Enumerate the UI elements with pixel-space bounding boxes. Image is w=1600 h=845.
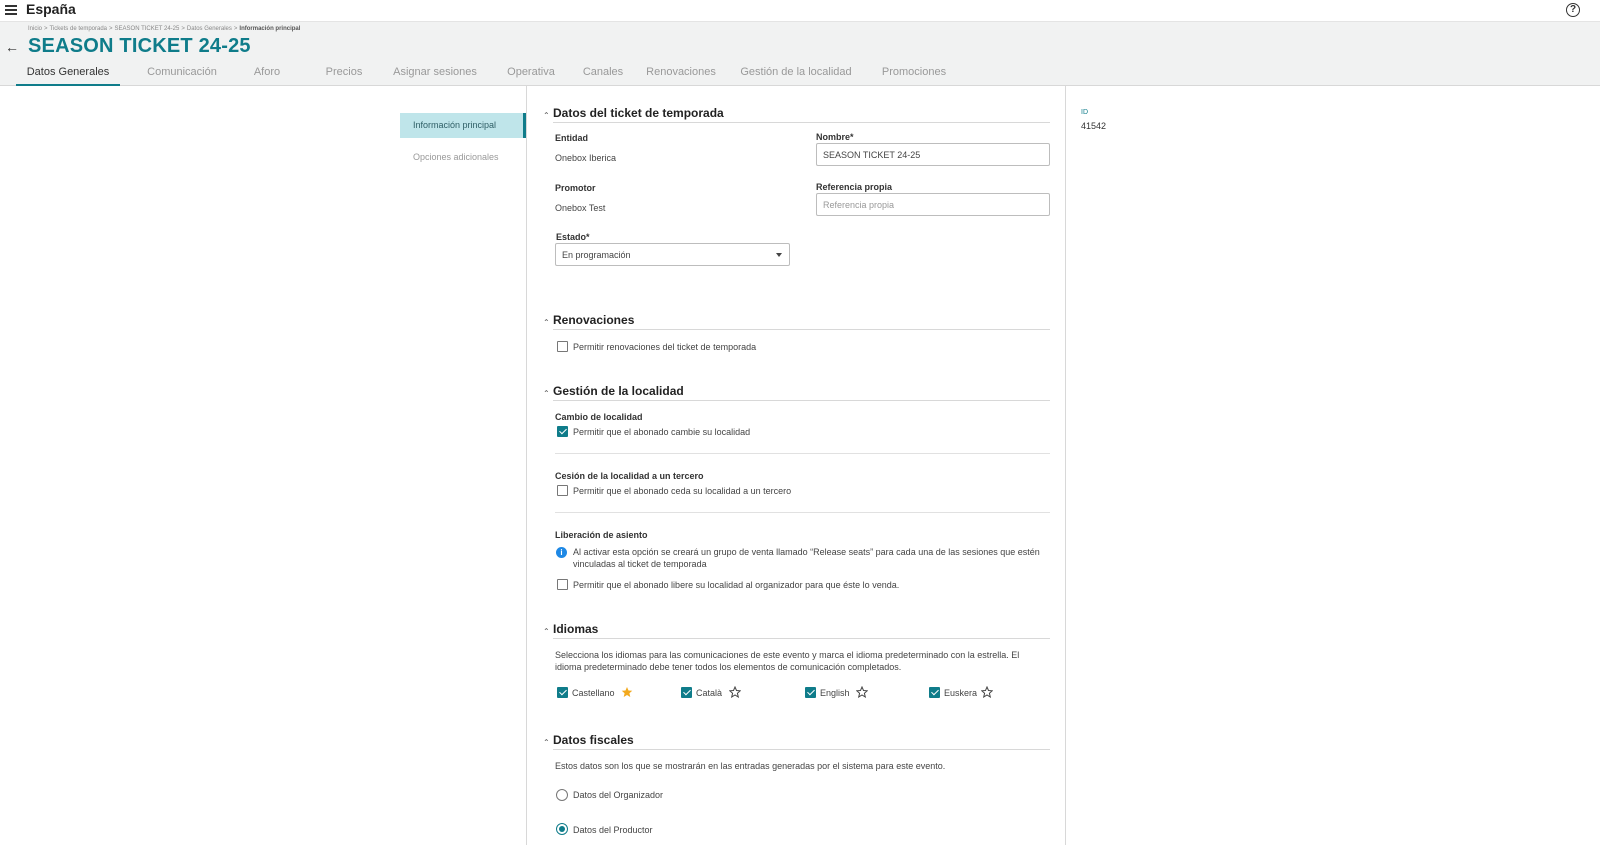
star-outline-icon[interactable] [856,686,868,698]
tab-gestion-localidad[interactable]: Gestión de la localidad [728,64,864,86]
page-header: Inicio > Tickets de temporada > SEASON TICKE… [0,22,1600,86]
section-divider [553,749,1050,750]
language-label: Euskera [944,688,978,698]
language-checkbox-english[interactable] [805,687,816,698]
section-title-fiscales: Datos fiscales [553,733,634,747]
idiomas-description: Selecciona los idiomas para las comunica… [555,650,1020,672]
liberacion-label: Liberación de asiento [555,530,648,540]
section-divider [553,329,1050,330]
collapse-caret-icon[interactable]: ⌃ [543,318,550,327]
cesion-checkbox-label: Permitir que el abonado ceda su localida… [573,486,792,496]
nombre-input[interactable] [816,143,1050,166]
tab-operativa[interactable]: Operativa [496,64,566,86]
language-label: English [820,688,850,698]
entidad-value: Onebox Iberica [555,153,617,163]
promotor-label: Promotor [555,183,596,193]
language-checkbox-euskera[interactable] [929,687,940,698]
estado-label: Estado* [556,232,590,242]
language-checkbox-catala[interactable] [681,687,692,698]
tab-asignar-sesiones[interactable]: Asignar sesiones [380,64,490,86]
collapse-caret-icon[interactable]: ⌃ [543,627,550,636]
tab-promociones[interactable]: Promociones [866,64,962,86]
breadcrumb-separator: > [181,26,185,32]
tab-canales[interactable]: Canales [572,64,634,86]
collapse-caret-icon[interactable]: ⌃ [543,389,550,398]
language-label: Català [696,688,723,698]
star-outline-icon[interactable] [981,686,993,698]
fiscales-description: Estos datos son los que se mostrarán en … [555,761,946,771]
id-value: 41542 [1081,121,1107,131]
section-title-idiomas: Idiomas [553,622,599,636]
renovaciones-checkbox[interactable] [557,341,568,352]
liberacion-info-text: Al activar esta opción se creará un grup… [573,547,1040,569]
help-circle-icon[interactable]: ? [1566,3,1580,17]
section-title-renovaciones: Renovaciones [553,313,635,327]
liberacion-checkbox-label: Permitir que el abonado libere su locali… [573,580,900,590]
section-divider [553,638,1050,639]
star-filled-icon[interactable] [621,686,633,698]
breadcrumb-separator: > [109,26,113,32]
estado-select[interactable]: En programación [555,243,790,266]
nombre-label: Nombre* [816,132,854,142]
cambio-checkbox[interactable] [557,426,568,437]
cesion-checkbox[interactable] [557,485,568,496]
subsection-divider [555,512,1050,513]
estado-select-value: En programación [562,250,631,260]
breadcrumb-item[interactable]: SEASON TICKET 24-25 [115,26,180,32]
sidenav-opciones-adicionales[interactable]: Opciones adicionales [400,145,526,170]
content-divider [526,86,527,845]
section-divider [553,400,1050,401]
page-title: SEASON TICKET 24-25 [28,35,251,57]
breadcrumb-separator: > [233,26,238,32]
liberacion-checkbox[interactable] [557,579,568,590]
tab-comunicacion[interactable]: Comunicación [132,64,232,86]
breadcrumb-separator: > [44,26,48,32]
chevron-down-icon [776,253,782,257]
star-outline-icon[interactable] [729,686,741,698]
sidenav-informacion-principal[interactable]: Información principal [400,113,526,138]
section-nav: Información principal Opciones adicional… [400,113,526,177]
radio-label: Datos del Productor [573,825,653,835]
cambio-checkbox-label: Permitir que el abonado cambie su locali… [573,427,751,437]
breadcrumb-current: Información principal [239,26,301,32]
section-title-datos: Datos del ticket de temporada [553,106,724,120]
cesion-label: Cesión de la localidad a un tercero [555,471,704,481]
collapse-caret-icon[interactable]: ⌃ [543,738,550,747]
tab-datos-generales[interactable]: Datos Generales [16,64,120,86]
breadcrumb-item[interactable]: Tickets de temporada [50,26,107,32]
entidad-label: Entidad [555,133,588,143]
tab-renovaciones[interactable]: Renovaciones [638,64,724,86]
renovaciones-checkbox-label: Permitir renovaciones del ticket de temp… [573,342,757,352]
radio-label: Datos del Organizador [573,790,664,800]
breadcrumb-item[interactable]: Inicio [28,26,42,32]
top-bar: España ? [0,0,1600,22]
tab-aforo[interactable]: Aforo [232,64,302,86]
hamburger-menu-icon[interactable] [5,5,17,15]
collapse-caret-icon[interactable]: ⌃ [543,111,550,120]
breadcrumb-item[interactable]: Datos Generales [187,26,232,32]
app-title: España [26,1,76,17]
tab-precios[interactable]: Precios [308,64,380,86]
referencia-input[interactable] [816,193,1050,216]
breadcrumb: Inicio > Tickets de temporada > SEASON TICKE… [28,26,300,32]
referencia-label: Referencia propia [816,182,893,192]
arrow-left-icon[interactable]: ← [5,39,19,55]
section-title-gestion: Gestión de la localidad [553,384,684,398]
subsection-divider [555,453,1050,454]
promotor-value: Onebox Test [555,203,606,213]
language-label: Castellano [572,688,615,698]
section-divider [553,122,1050,123]
id-label: ID [1081,109,1088,116]
cambio-label: Cambio de localidad [555,412,643,422]
language-checkbox-castellano[interactable] [557,687,568,698]
radio-productor[interactable] [556,823,568,835]
info-icon: i [556,547,567,558]
content-divider [1065,86,1066,845]
radio-organizador[interactable] [556,789,568,801]
